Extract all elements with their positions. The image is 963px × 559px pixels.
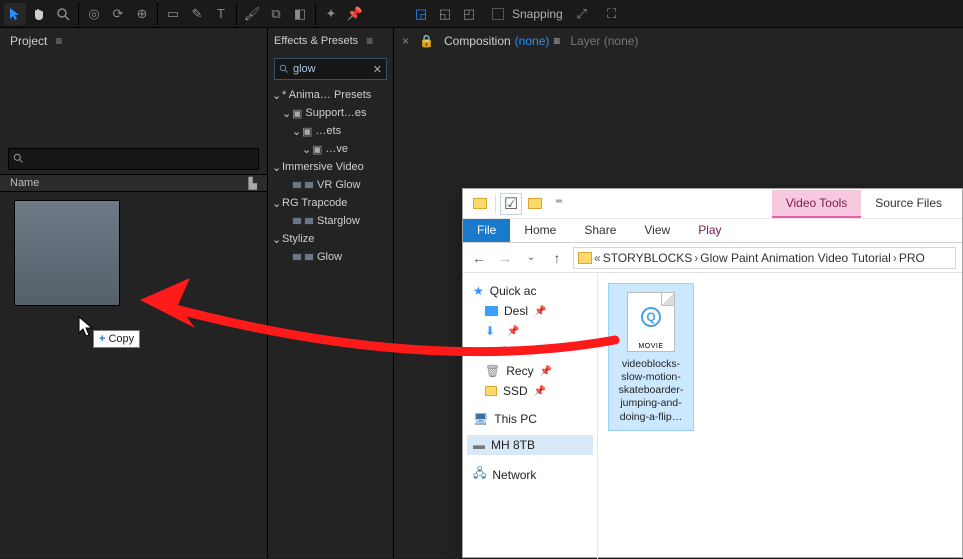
quick-access-item[interactable]: ★Quick ac xyxy=(467,281,593,301)
lock-icon[interactable]: 🔒 xyxy=(419,34,434,48)
folder-icon xyxy=(578,252,592,264)
drag-copy-tooltip: + Copy xyxy=(93,330,140,348)
new-folder-icon[interactable] xyxy=(524,193,546,215)
breadcrumb-item[interactable]: Glow Paint Animation Video Tutorial xyxy=(700,251,891,265)
project-panel: Project ≡ Name ▙ xyxy=(0,28,268,558)
breadcrumb-item[interactable]: STORYBLOCKS xyxy=(603,251,693,265)
video-tools-tab[interactable]: Video Tools xyxy=(772,190,862,218)
copy-label: Copy xyxy=(108,333,134,345)
composition-tab[interactable]: Composition (none) ≡ xyxy=(444,34,560,48)
brush-tool-icon[interactable]: 🖌 xyxy=(241,3,263,25)
selection-tool-icon[interactable] xyxy=(4,3,26,25)
snap-collapse-icon[interactable]: ⤢ xyxy=(571,3,593,25)
downloads-item[interactable]: ⬇📌 xyxy=(467,321,593,341)
video-file-item[interactable]: Q MOVIE videoblocks-slow-motion-skateboa… xyxy=(608,283,694,431)
panel-menu-icon[interactable]: ≡ xyxy=(366,34,373,48)
roto-tool-icon[interactable]: ✦ xyxy=(320,3,342,25)
google-item[interactable]: ◆Goo📌 xyxy=(467,341,593,361)
share-tab[interactable]: Share xyxy=(570,219,630,242)
explorer-sidebar: ★Quick ac Desl📌 ⬇📌 ◆Goo📌 🗑Recy📌 SSD📌 🖥Th… xyxy=(463,273,598,559)
flowchart-icon[interactable]: ▙ xyxy=(249,177,257,190)
drive-item[interactable]: ▬MH 8TB xyxy=(467,435,593,455)
tree-category[interactable]: ⌄Stylize xyxy=(272,230,389,248)
effects-search-input[interactable]: glow xyxy=(293,63,316,75)
recycle-item[interactable]: 🗑Recy📌 xyxy=(467,361,593,381)
effects-tree: ⌄* Anima… Presets ⌄▣Support…es ⌄▣…ets ⌄▣… xyxy=(268,84,393,268)
orbit-tool-icon[interactable]: ◎ xyxy=(83,3,105,25)
file-explorer-window: ☑ ⁼ Video Tools Source Files File Home S… xyxy=(462,188,963,558)
project-title: Project xyxy=(10,34,47,48)
project-asset-area[interactable] xyxy=(0,192,267,558)
rectangle-tool-icon[interactable]: ▭ xyxy=(162,3,184,25)
close-tab-icon[interactable]: × xyxy=(402,34,409,48)
desktop-item[interactable]: Desl📌 xyxy=(467,301,593,321)
overflow-icon[interactable]: ⁼ xyxy=(548,193,570,215)
effects-title: Effects & Presets xyxy=(274,35,358,47)
anchor-tool-icon[interactable]: ⊕ xyxy=(131,3,153,25)
view-tab[interactable]: View xyxy=(630,219,684,242)
quicktime-icon: Q MOVIE xyxy=(627,292,675,352)
view-axis-icon[interactable]: ◰ xyxy=(458,3,480,25)
up-button[interactable]: ↑ xyxy=(547,250,567,266)
tree-effect-item[interactable]: VR Glow xyxy=(272,176,389,194)
top-toolbar: ◎ ⟳ ⊕ ▭ ✎ T 🖌 ⧉ ◧ ✦ 📌 ◲ ◱ ◰ Snapping ⤢ ⛶ xyxy=(0,0,963,28)
effects-panel: Effects & Presets ≡ glow ✕ ⌄* Anima… Pre… xyxy=(268,28,394,558)
type-tool-icon[interactable]: T xyxy=(210,3,232,25)
snapping-checkbox[interactable] xyxy=(492,8,504,20)
tree-category[interactable]: ⌄* Anima… Presets xyxy=(272,86,389,104)
tree-effect-item[interactable]: Starglow xyxy=(272,212,389,230)
puppet-tool-icon[interactable]: 📌 xyxy=(344,3,366,25)
tree-folder[interactable]: ⌄▣…ve xyxy=(272,140,389,158)
tree-category[interactable]: ⌄Immersive Video xyxy=(272,158,389,176)
thispc-item[interactable]: 🖥This PC xyxy=(467,409,593,429)
tree-folder[interactable]: ⌄▣Support…es xyxy=(272,104,389,122)
tree-folder[interactable]: ⌄▣…ets xyxy=(272,122,389,140)
folder-icon[interactable] xyxy=(469,193,491,215)
window-title: Source Files xyxy=(861,190,956,218)
tree-category[interactable]: ⌄RG Trapcode xyxy=(272,194,389,212)
recent-dropdown-icon[interactable]: ⌄ xyxy=(521,252,541,263)
local-axis-icon[interactable]: ◲ xyxy=(410,3,432,25)
plus-icon: + xyxy=(99,333,105,345)
name-column-header[interactable]: Name xyxy=(10,177,39,189)
clear-search-icon[interactable]: ✕ xyxy=(373,63,382,76)
forward-button[interactable]: → xyxy=(495,250,515,266)
properties-icon[interactable]: ☑ xyxy=(500,193,522,215)
play-tab[interactable]: Play xyxy=(684,219,735,242)
snapping-label: Snapping xyxy=(512,7,563,21)
tree-effect-item[interactable]: Glow xyxy=(272,248,389,266)
network-item[interactable]: 🖧Network xyxy=(467,461,593,488)
address-bar[interactable]: « STORYBLOCKS› Glow Paint Animation Vide… xyxy=(573,247,956,269)
hand-tool-icon[interactable] xyxy=(28,3,50,25)
file-name: videoblocks-slow-motion-skateboarder-jum… xyxy=(613,356,689,426)
pen-tool-icon[interactable]: ✎ xyxy=(186,3,208,25)
file-tab[interactable]: File xyxy=(463,219,510,242)
panel-menu-icon[interactable]: ≡ xyxy=(55,34,62,48)
rotate-tool-icon[interactable]: ⟳ xyxy=(107,3,129,25)
panel-menu-icon[interactable]: ≡ xyxy=(553,34,560,48)
home-tab[interactable]: Home xyxy=(510,219,570,242)
eraser-tool-icon[interactable]: ◧ xyxy=(289,3,311,25)
zoom-tool-icon[interactable] xyxy=(52,3,74,25)
layer-tab[interactable]: Layer (none) xyxy=(570,34,638,48)
world-axis-icon[interactable]: ◱ xyxy=(434,3,456,25)
breadcrumb-item[interactable]: PRO xyxy=(899,251,925,265)
snap-grid-icon[interactable]: ⛶ xyxy=(601,3,623,25)
ssd-item[interactable]: SSD📌 xyxy=(467,381,593,401)
explorer-content[interactable]: Q MOVIE videoblocks-slow-motion-skateboa… xyxy=(598,273,962,559)
project-search[interactable] xyxy=(8,148,259,170)
drop-placeholder xyxy=(14,200,120,306)
clone-tool-icon[interactable]: ⧉ xyxy=(265,3,287,25)
back-button[interactable]: ← xyxy=(469,250,489,266)
